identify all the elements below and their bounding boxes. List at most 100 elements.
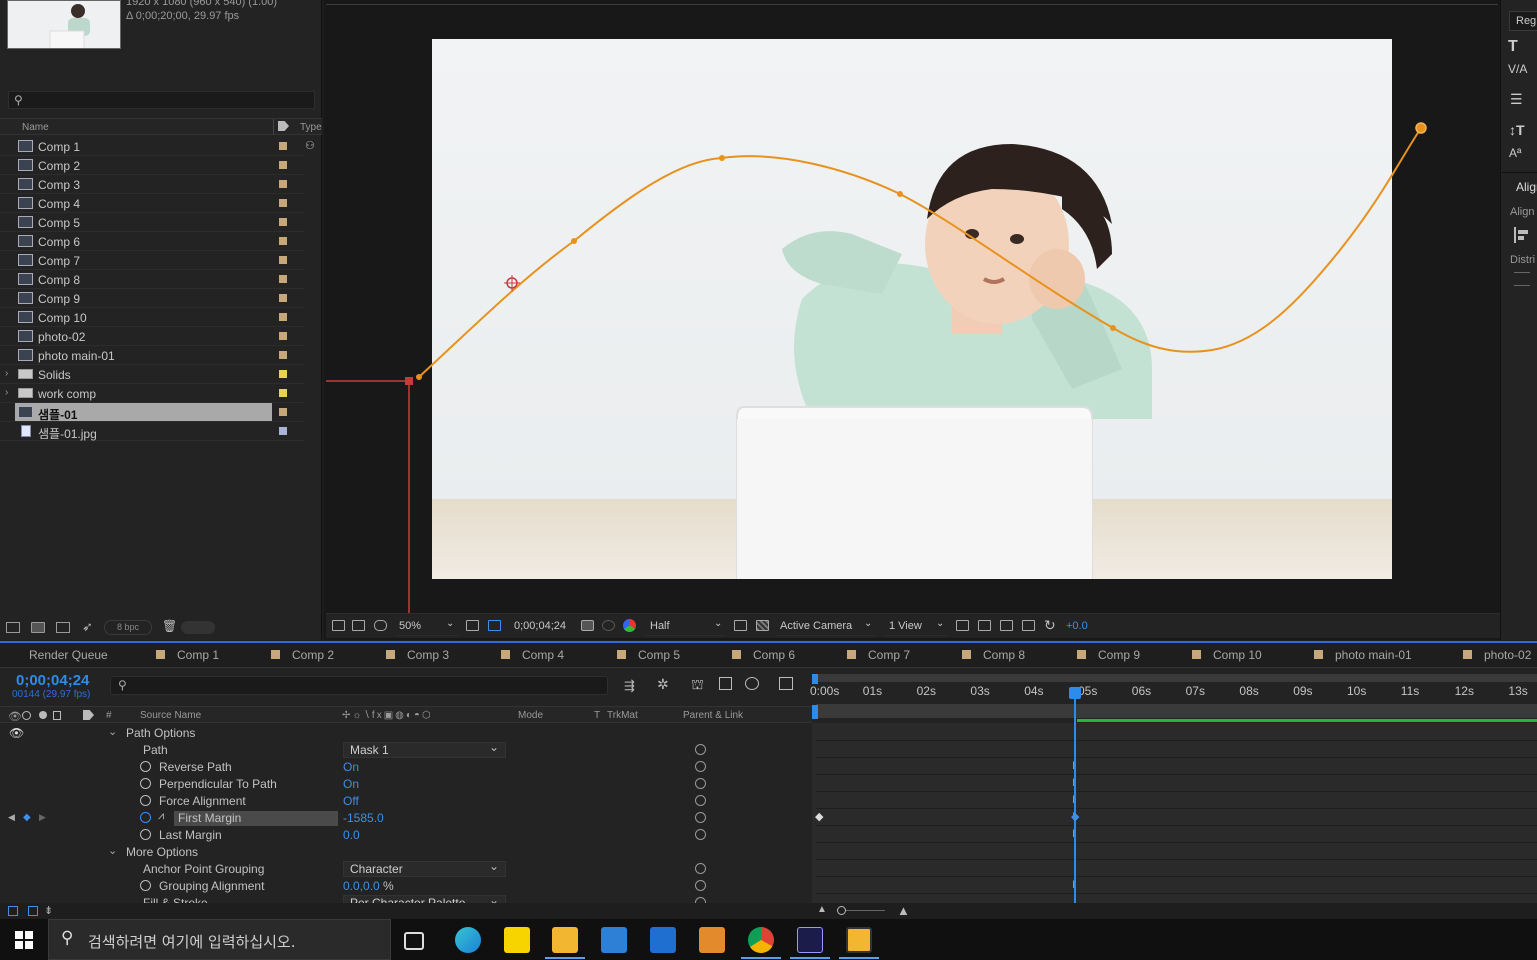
property-row[interactable]: ⩘ First Margin -1585.0	[0, 810, 812, 827]
timeline-tab[interactable]: Comp 8	[983, 648, 1025, 662]
track-row[interactable]	[816, 776, 1537, 792]
keyframe-marker[interactable]: ◆	[815, 810, 823, 823]
graph-editor-icon[interactable]	[779, 677, 793, 690]
expression-pickwhip-icon[interactable]	[695, 812, 706, 823]
timeline-tab[interactable]: photo main-01	[1335, 648, 1412, 662]
label-color-swatch[interactable]	[279, 218, 287, 226]
motion-path-overlay[interactable]	[326, 5, 1498, 613]
comp-flowchart-icon[interactable]	[1022, 620, 1035, 631]
zoom-in-icon[interactable]: ▲	[897, 903, 910, 918]
toggle-transfer-controls-icon[interactable]	[28, 906, 38, 916]
exposure-value[interactable]: +0.0	[1066, 620, 1088, 632]
snapshot-camera-icon[interactable]	[581, 620, 594, 631]
stopwatch-icon[interactable]	[140, 812, 151, 823]
project-item[interactable]: Comp 6	[0, 232, 304, 251]
project-item[interactable]: Comp 7	[0, 251, 304, 270]
keyframe-marker[interactable]: ◆	[1071, 810, 1079, 823]
crop-tool-icon[interactable]	[846, 927, 872, 953]
label-color-swatch[interactable]	[279, 256, 287, 264]
comp-mini-flowchart-icon[interactable]: ⇶	[624, 678, 635, 694]
project-item[interactable]: › work comp	[0, 384, 304, 403]
label-color-swatch[interactable]	[279, 313, 287, 321]
timeline-icon[interactable]	[1000, 620, 1013, 631]
expression-pickwhip-icon[interactable]	[695, 744, 706, 755]
project-item[interactable]: Comp 4	[0, 194, 304, 213]
timeline-tab[interactable]: Comp 7	[868, 648, 910, 662]
thumbnail-toggle[interactable]	[181, 621, 215, 634]
timeline-tab[interactable]: Comp 2	[292, 648, 334, 662]
work-area-bar[interactable]	[816, 674, 1537, 682]
work-area-start-handle[interactable]	[812, 674, 818, 684]
zoom-dropdown[interactable]: 50% ⌄	[396, 617, 458, 636]
project-search-input[interactable]: ⚲	[8, 91, 315, 109]
align-panel-title[interactable]: Align	[1516, 180, 1537, 194]
vr-goggles-icon[interactable]	[374, 620, 387, 631]
timeline-tab[interactable]: Comp 6	[753, 648, 795, 662]
distribute-top-icon[interactable]	[1514, 272, 1530, 286]
current-time-indicator[interactable]	[1074, 688, 1077, 903]
expression-pickwhip-icon[interactable]	[695, 863, 706, 874]
solo-icon[interactable]	[39, 711, 47, 719]
timeline-tab[interactable]: Comp 3	[407, 648, 449, 662]
stopwatch-icon[interactable]	[140, 778, 151, 789]
monitor-icon[interactable]	[352, 620, 365, 631]
add-keyframe-icon[interactable]: ◆	[23, 812, 31, 823]
track-row[interactable]	[816, 844, 1537, 860]
viewer-timecode[interactable]: 0;00;04;24	[514, 620, 566, 632]
graph-icon[interactable]: ⩘	[158, 810, 164, 823]
camera-dropdown[interactable]: Active Camera ⌄	[776, 617, 876, 636]
show-snapshot-icon[interactable]	[602, 620, 615, 631]
property-row[interactable]: Perpendicular To Path On	[0, 776, 812, 793]
kakaotalk-icon[interactable]	[504, 927, 530, 953]
color-channels-icon[interactable]	[623, 619, 636, 632]
project-item[interactable]: Comp 5	[0, 213, 304, 232]
property-row[interactable]: Reverse Path On	[0, 759, 812, 776]
expand-chevron-icon[interactable]: ›	[5, 368, 8, 379]
project-item[interactable]: photo main-01	[0, 346, 304, 365]
expression-pickwhip-icon[interactable]	[695, 829, 706, 840]
track-row[interactable]	[816, 759, 1537, 775]
edge-icon[interactable]	[455, 927, 481, 953]
property-value[interactable]: Off	[343, 794, 359, 808]
motion-blur-icon[interactable]	[745, 677, 759, 690]
label-color-swatch[interactable]	[279, 351, 287, 359]
layer-duration-bar[interactable]	[816, 704, 1537, 718]
timeline-tab[interactable]: Comp 9	[1098, 648, 1140, 662]
stopwatch-icon[interactable]	[140, 880, 151, 891]
col-type[interactable]: Type	[300, 122, 322, 133]
always-preview-icon[interactable]	[332, 620, 345, 631]
align-left-icon[interactable]	[1514, 227, 1530, 243]
new-comp-icon[interactable]	[56, 622, 70, 633]
interpret-footage-icon[interactable]	[6, 622, 20, 633]
expand-chevron-icon[interactable]: ›	[5, 387, 8, 398]
trash-icon[interactable]: 🗑	[162, 619, 177, 633]
label-color-swatch[interactable]	[279, 427, 287, 435]
project-item[interactable]: 샘플-01.jpg	[0, 422, 304, 441]
lock-icon[interactable]	[53, 711, 61, 720]
mask-visibility-icon[interactable]	[488, 620, 501, 631]
zoom-slider-thumb[interactable]	[837, 906, 846, 915]
task-view-icon[interactable]	[404, 932, 424, 950]
audio-icon[interactable]	[22, 711, 31, 720]
view-layout-dropdown[interactable]: 1 View ⌄	[884, 617, 948, 636]
resolution-dropdown[interactable]: Half ⌄	[646, 617, 726, 636]
property-row[interactable]: ⌄ Path Options	[0, 725, 812, 742]
expand-chevron-icon[interactable]: ⌄	[108, 725, 117, 738]
expression-pickwhip-icon[interactable]	[695, 880, 706, 891]
frame-blending-icon[interactable]	[719, 677, 732, 690]
stopwatch-icon[interactable]	[140, 829, 151, 840]
flowchart-icon[interactable]: ➶	[82, 619, 93, 635]
property-value[interactable]: On	[343, 777, 359, 791]
stopwatch-icon[interactable]	[140, 795, 151, 806]
property-dropdown[interactable]: Mask 1	[343, 740, 506, 758]
fast-previews-icon[interactable]	[978, 620, 991, 631]
track-row[interactable]	[816, 742, 1537, 758]
col-source-name[interactable]: Source Name	[140, 710, 201, 721]
file-explorer-icon[interactable]	[552, 927, 578, 953]
project-item[interactable]: Comp 10	[0, 308, 304, 327]
label-color-swatch[interactable]	[279, 180, 287, 188]
next-keyframe-icon[interactable]: ▶	[39, 812, 46, 823]
timeline-zoom-slider[interactable]	[840, 910, 885, 911]
property-dropdown[interactable]: Character	[343, 859, 506, 877]
current-time-indicator-head[interactable]	[1069, 687, 1082, 699]
